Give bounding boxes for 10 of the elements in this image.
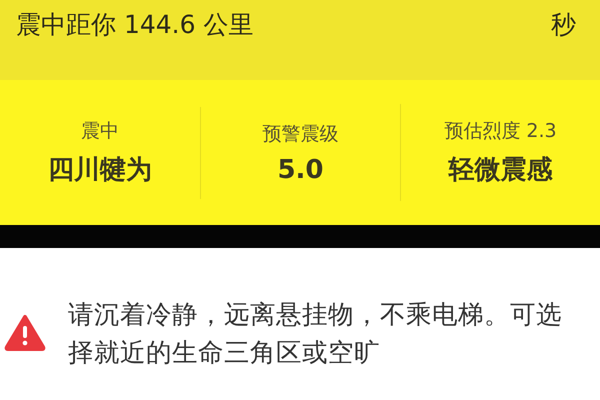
stat-value: 四川犍为 [48, 154, 152, 187]
seconds-label: 秒 [551, 9, 576, 41]
stat-value: 5.0 [277, 154, 324, 184]
safety-advice: 请沉着冷静，远离悬挂物，不乘电梯。可选择就近的生命三角区或空旷 [68, 299, 563, 370]
distance-title: 震中距你 144.6 公里 [16, 9, 254, 41]
stat-value: 轻微震感 [448, 154, 552, 187]
warning-icon [4, 314, 46, 352]
stat-label: 预估烈度 2.3 [444, 119, 557, 144]
stat-label: 预警震级 [262, 122, 338, 146]
stat-label: 震中 [81, 119, 119, 144]
